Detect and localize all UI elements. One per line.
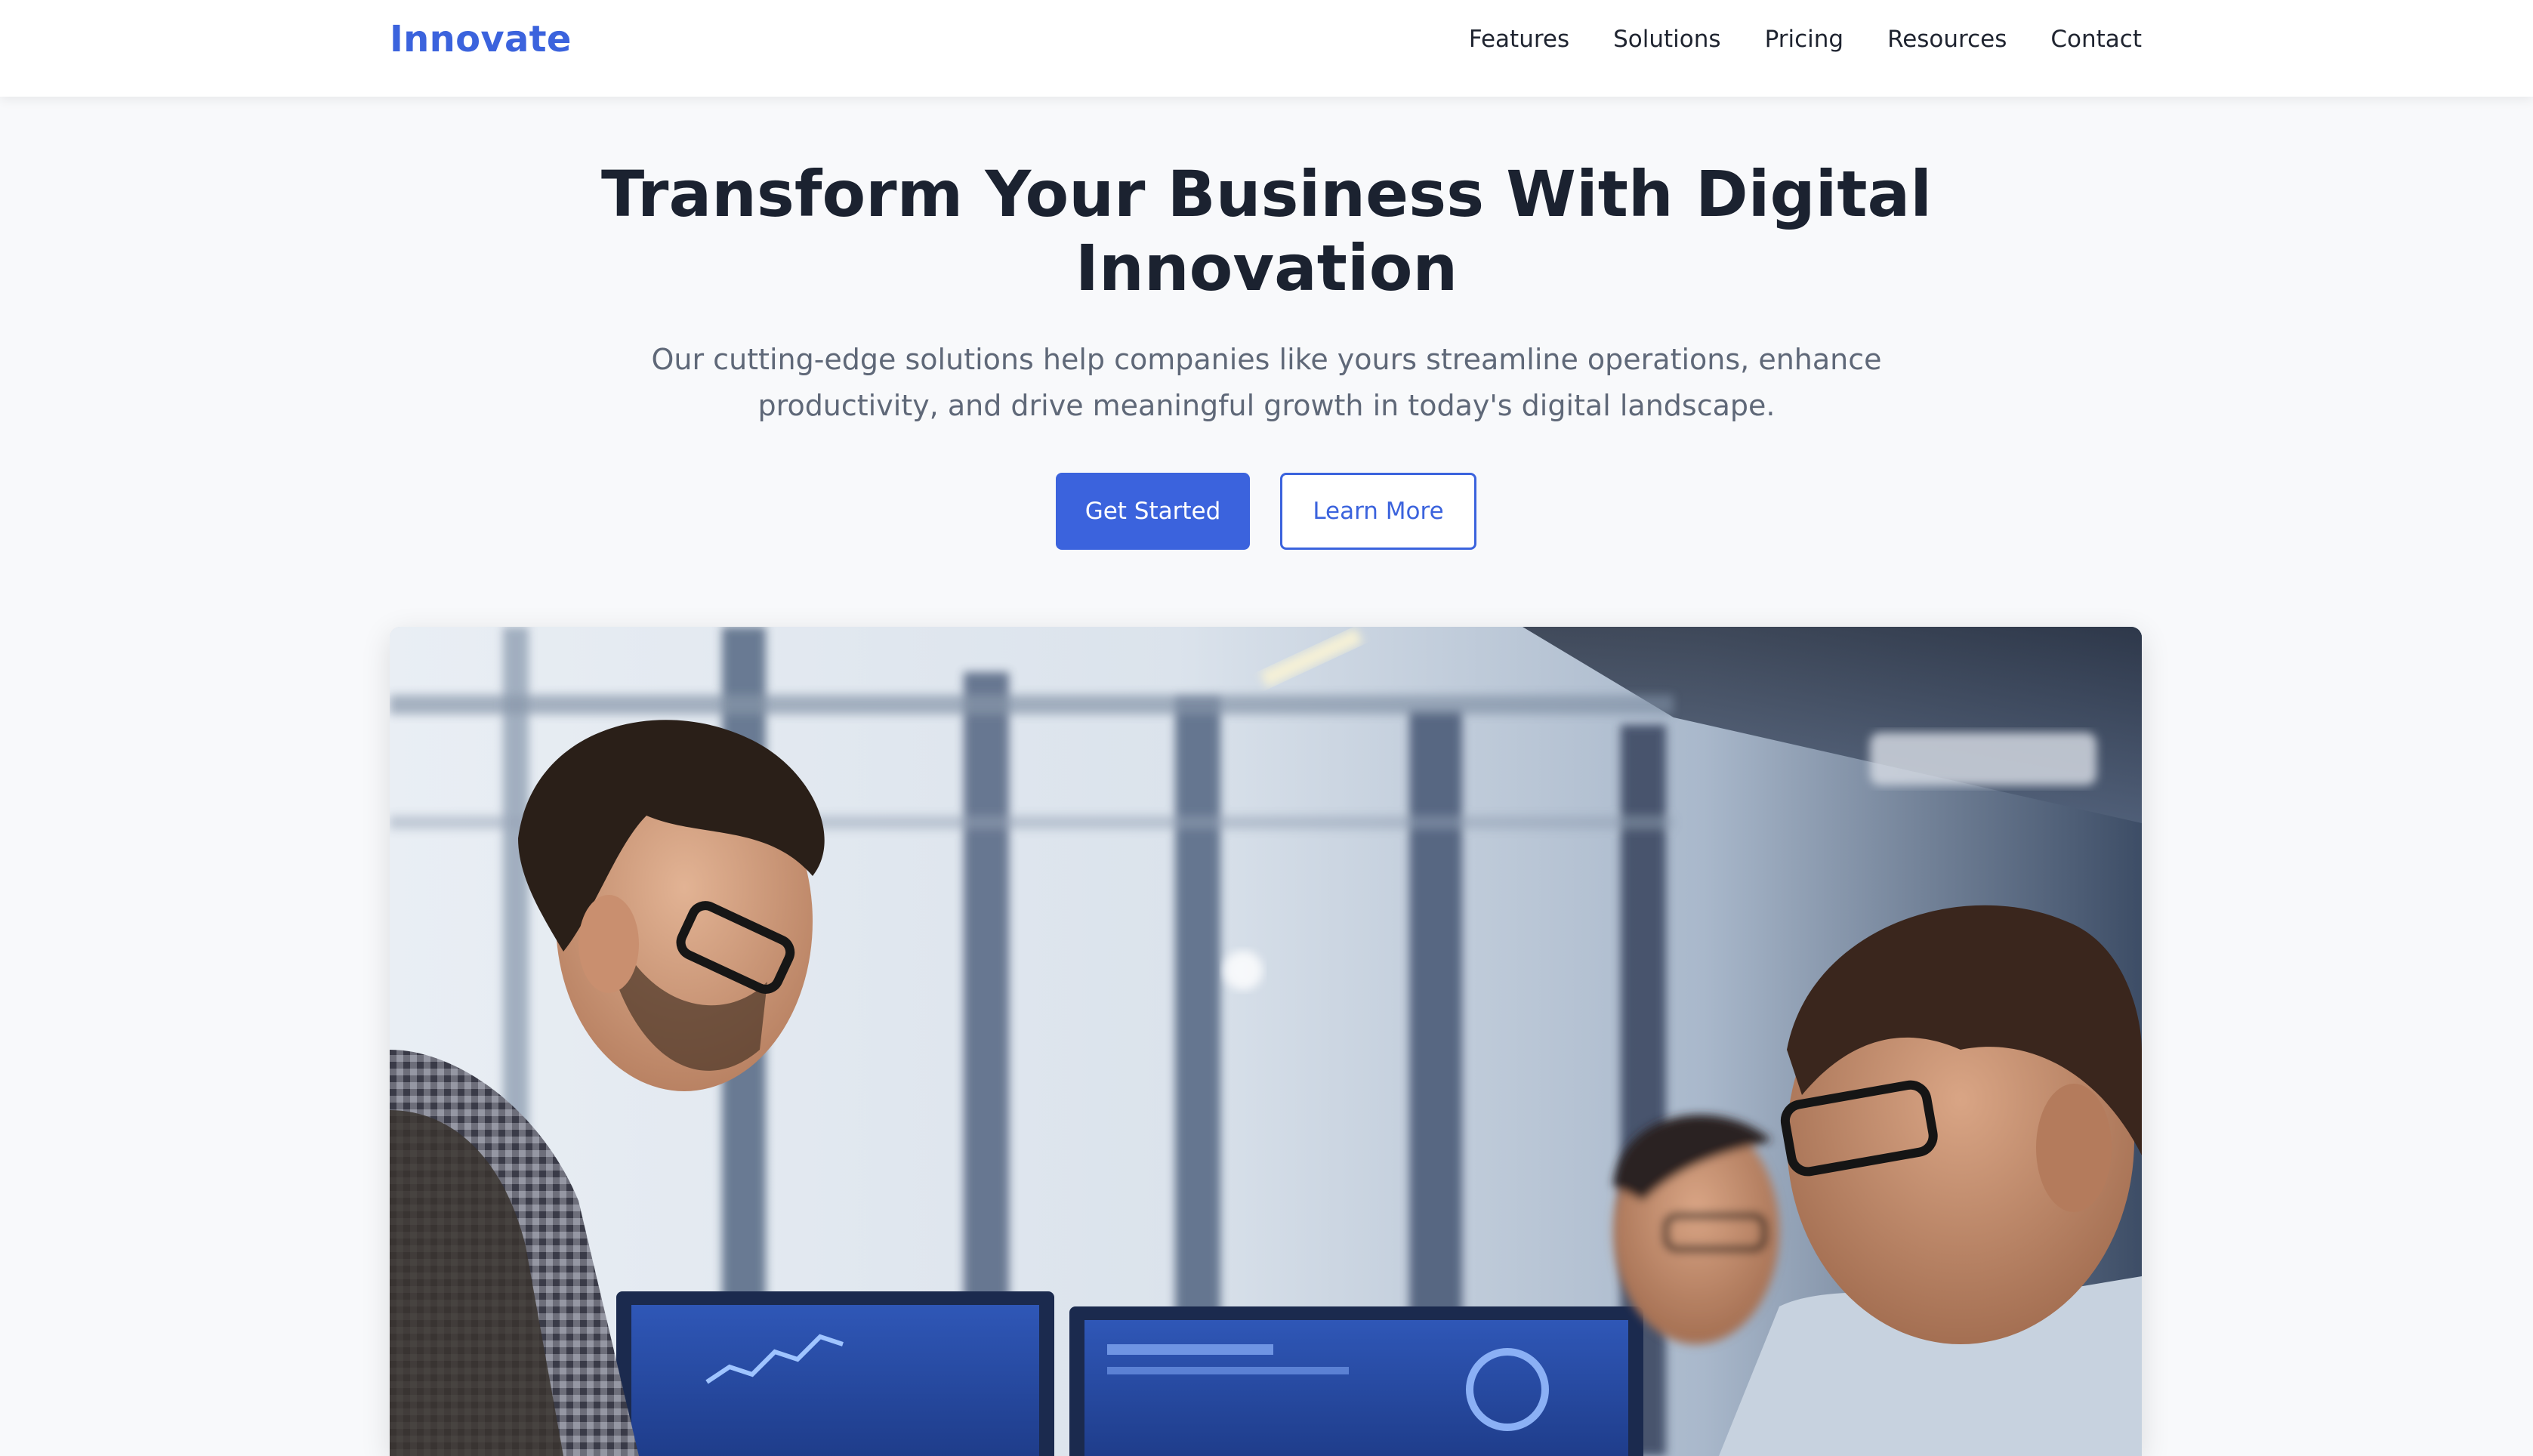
hero-image (390, 627, 2142, 1456)
hero-section: Transform Your Business With Digital Inn… (0, 97, 2533, 625)
nav-link-solutions[interactable]: Solutions (1613, 26, 1720, 53)
hero-title-line-2: Innovation (1075, 231, 1458, 305)
hero-subtitle-line-2: productivity, and drive meaningful growt… (757, 389, 1776, 422)
nav-link-resources[interactable]: Resources (1887, 26, 2007, 53)
navbar: Innovate Features Solutions Pricing Reso… (0, 0, 2533, 97)
learn-more-button[interactable]: Learn More (1280, 473, 1476, 550)
hero-photo-illustration (390, 627, 2142, 1456)
brand-logo[interactable]: Innovate (390, 18, 572, 60)
nav-links: Features Solutions Pricing Resources Con… (1469, 26, 2142, 53)
hero-actions: Get Started Learn More (1056, 473, 1479, 551)
hero-subtitle: Our cutting-edge solutions help companie… (625, 337, 1908, 429)
nav-link-pricing[interactable]: Pricing (1765, 26, 1844, 53)
navbar-inner: Innovate Features Solutions Pricing Reso… (390, 0, 2142, 79)
get-started-button[interactable]: Get Started (1056, 473, 1250, 550)
hero-subtitle-line-1: Our cutting-edge solutions help companie… (651, 343, 1882, 376)
hero-title-line-1: Transform Your Business With Digital (600, 157, 1933, 231)
nav-link-contact[interactable]: Contact (2050, 26, 2142, 53)
hero-title: Transform Your Business With Digital Inn… (511, 157, 2022, 305)
nav-link-features[interactable]: Features (1469, 26, 1569, 53)
